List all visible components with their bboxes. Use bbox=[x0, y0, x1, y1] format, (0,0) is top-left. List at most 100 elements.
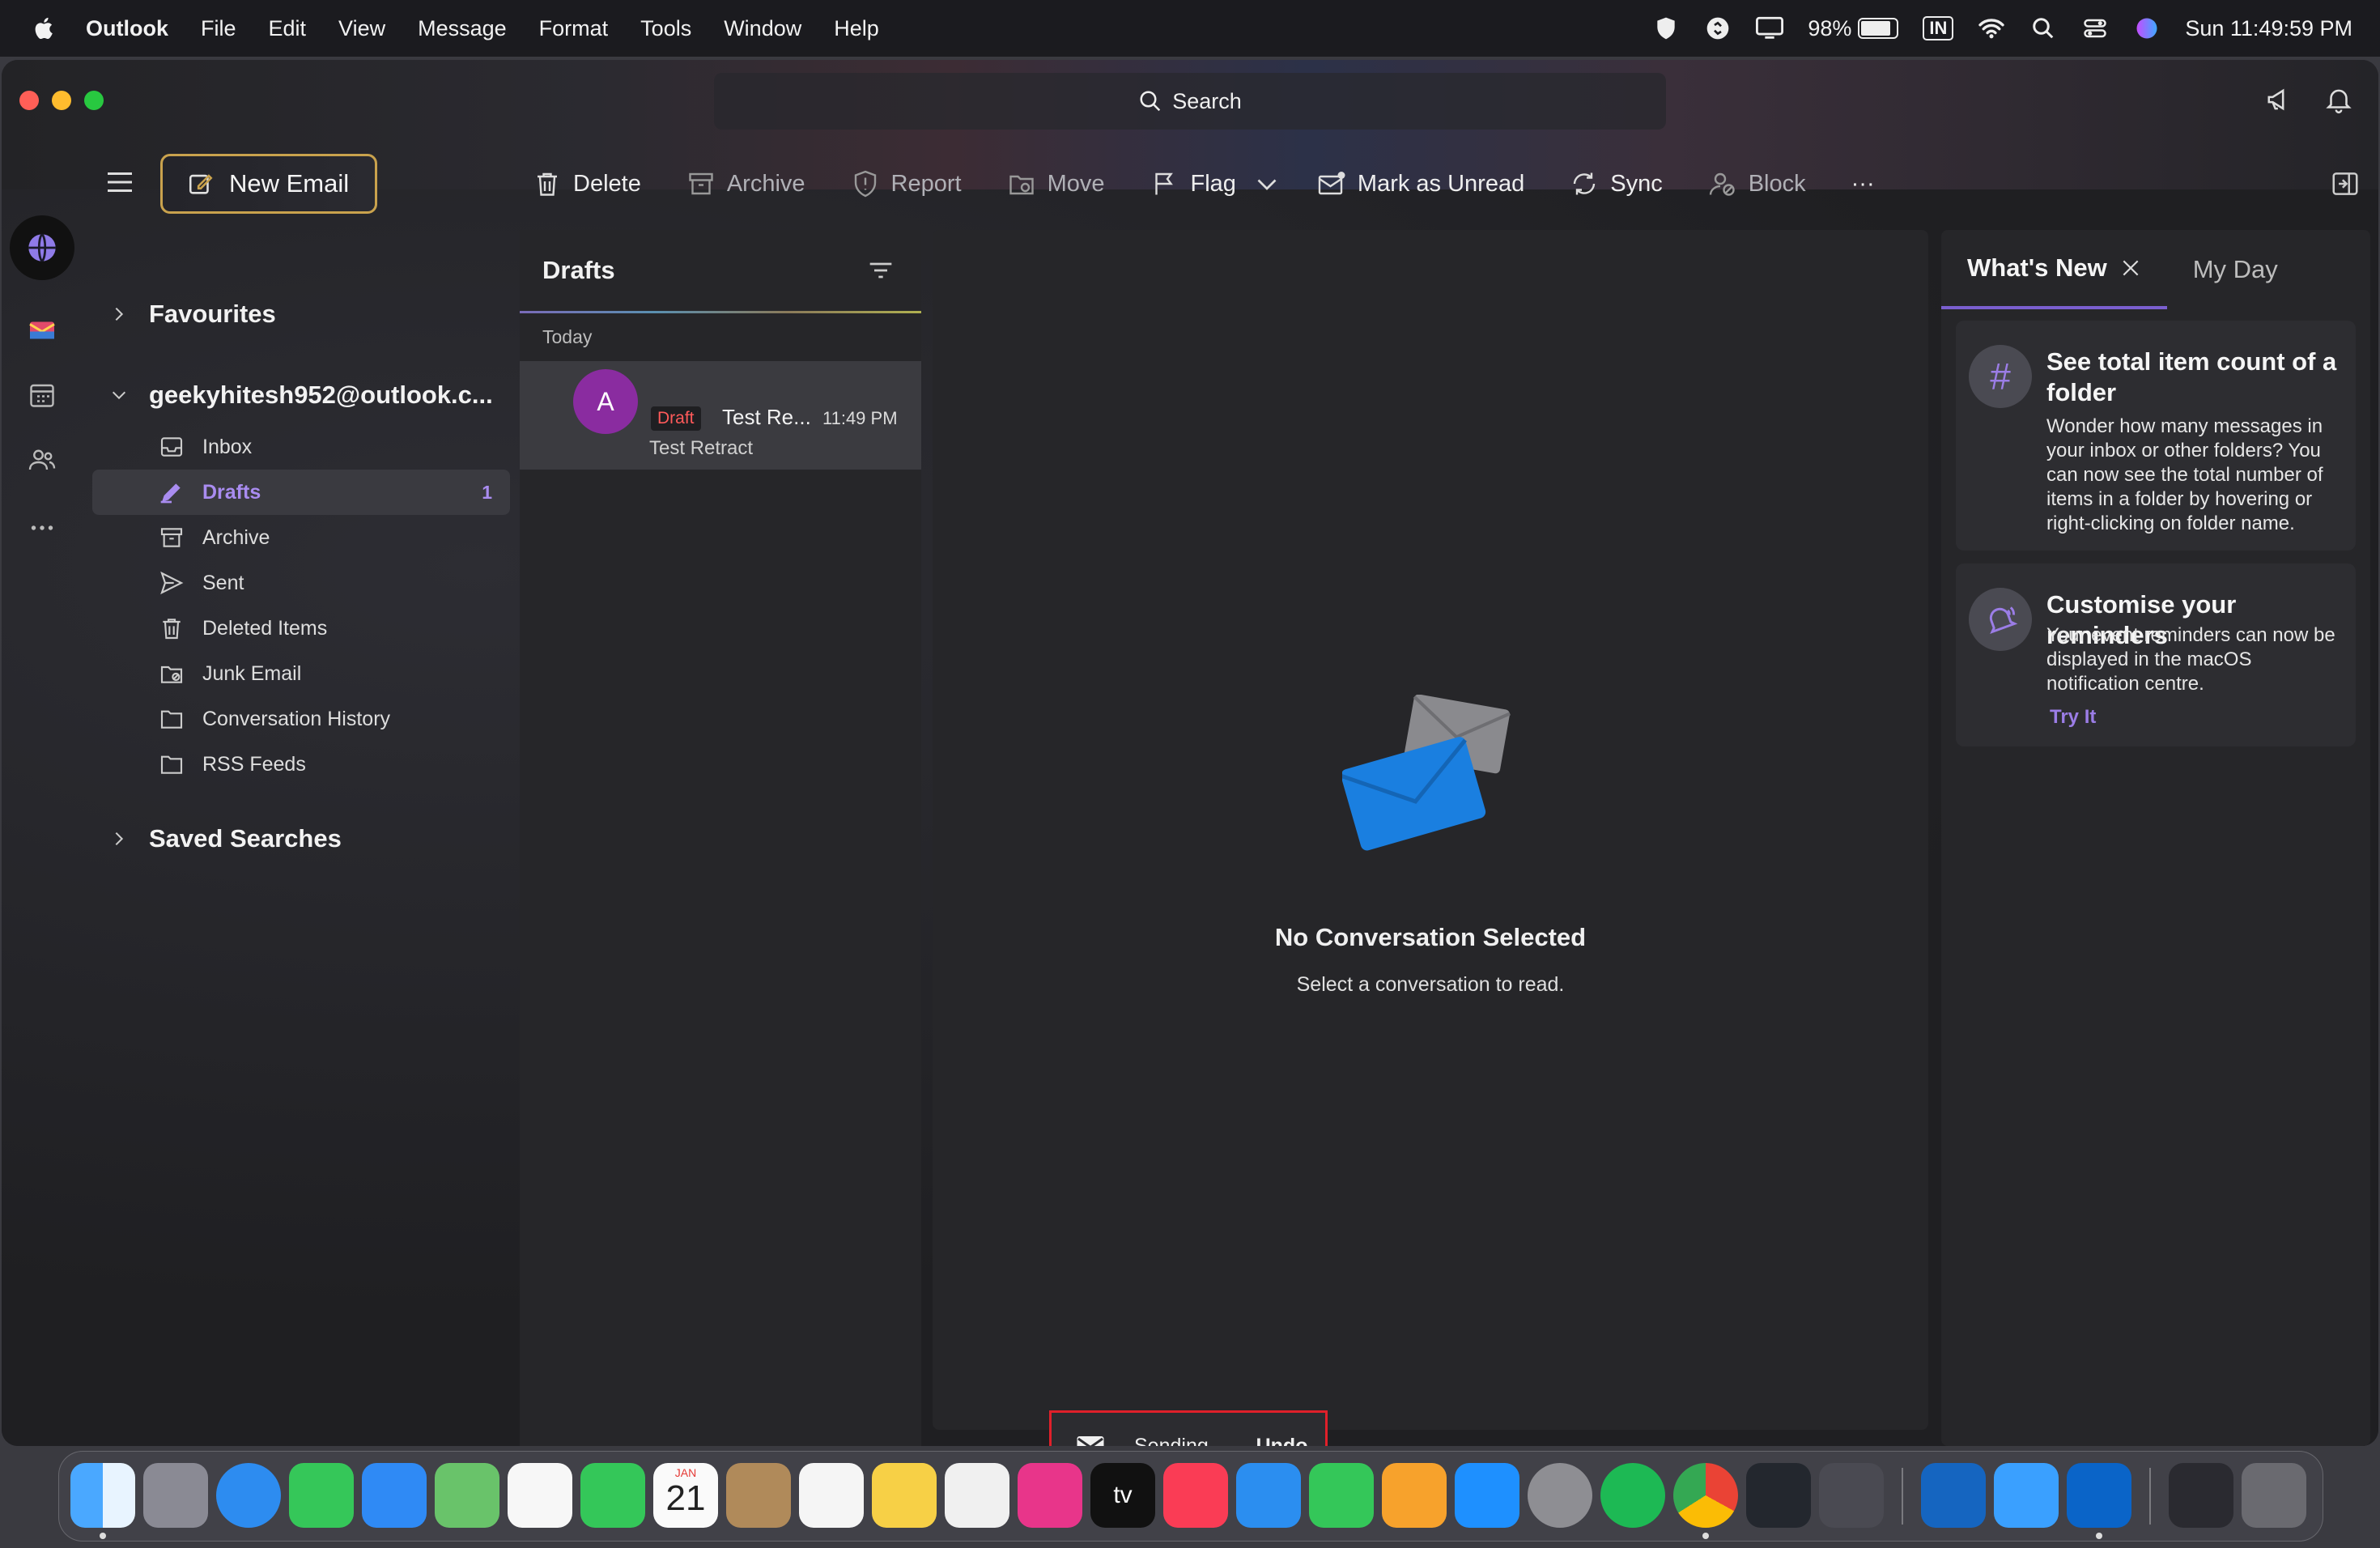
new-email-button[interactable]: New Email bbox=[160, 154, 377, 214]
mail-icon bbox=[1077, 1436, 1104, 1446]
folder-rss-feeds[interactable]: RSS Feeds bbox=[92, 742, 510, 787]
dock-system-settings-icon[interactable] bbox=[1528, 1463, 1592, 1528]
menu-tools[interactable]: Tools bbox=[640, 16, 691, 41]
dock-trash-icon[interactable] bbox=[2242, 1463, 2306, 1528]
dock-spotify-icon[interactable] bbox=[1600, 1463, 1665, 1528]
dock-recent-window-icon[interactable] bbox=[2169, 1463, 2233, 1528]
dock-appletv-icon[interactable]: tv bbox=[1090, 1463, 1155, 1528]
flag-button[interactable]: Flag bbox=[1150, 169, 1236, 198]
favourites-section[interactable]: Favourites bbox=[110, 300, 276, 329]
dock-chrome-icon[interactable] bbox=[1673, 1463, 1738, 1528]
spotlight-search-icon[interactable] bbox=[2029, 15, 2057, 42]
dock-notes-icon[interactable] bbox=[872, 1463, 937, 1528]
saved-searches-section[interactable]: Saved Searches bbox=[110, 824, 342, 853]
dock-contacts-icon[interactable] bbox=[726, 1463, 791, 1528]
message-list-item[interactable]: A Draft Test Re... 11:49 PM Test Retract bbox=[520, 361, 921, 470]
delete-button[interactable]: Delete bbox=[533, 169, 641, 198]
folder-junk-email[interactable]: Junk Email bbox=[92, 651, 510, 696]
zoom-window-button[interactable] bbox=[84, 91, 104, 110]
input-source-badge[interactable]: IN bbox=[1923, 16, 1954, 40]
close-window-button[interactable] bbox=[19, 91, 39, 110]
chevron-right-icon bbox=[115, 307, 124, 321]
block-button[interactable]: Block bbox=[1708, 169, 1806, 198]
menu-help[interactable]: Help bbox=[834, 16, 879, 41]
mark-as-unread-button[interactable]: Mark as Unread bbox=[1317, 169, 1524, 198]
dock-numbers-icon[interactable] bbox=[1309, 1463, 1374, 1528]
folder-drafts[interactable]: Drafts 1 bbox=[92, 470, 510, 515]
people-app-icon[interactable] bbox=[28, 445, 57, 474]
battery-indicator[interactable]: 98% bbox=[1808, 16, 1899, 41]
folder-sent[interactable]: Sent bbox=[92, 560, 510, 606]
minimize-window-button[interactable] bbox=[52, 91, 71, 110]
dock-weather-icon[interactable] bbox=[1994, 1463, 2059, 1528]
menu-format[interactable]: Format bbox=[539, 16, 609, 41]
megaphone-icon[interactable] bbox=[2265, 84, 2296, 115]
display-icon[interactable] bbox=[1756, 15, 1784, 42]
favourites-label: Favourites bbox=[149, 300, 276, 328]
trash-icon bbox=[538, 172, 557, 196]
folder-deleted-items[interactable]: Deleted Items bbox=[92, 606, 510, 651]
dock-finder-icon[interactable] bbox=[70, 1463, 135, 1528]
dock-photos-icon[interactable] bbox=[508, 1463, 572, 1528]
toggle-pane-icon[interactable] bbox=[2330, 168, 2361, 199]
more-apps-icon[interactable] bbox=[28, 513, 57, 542]
menu-app-name[interactable]: Outlook bbox=[86, 16, 168, 41]
dock-facetime-icon[interactable] bbox=[580, 1463, 645, 1528]
folder-archive[interactable]: Archive bbox=[92, 515, 510, 560]
tab-whats-new[interactable]: What's New bbox=[1941, 230, 2167, 309]
dock-music-icon[interactable] bbox=[1163, 1463, 1228, 1528]
block-user-icon bbox=[1709, 172, 1735, 196]
undo-button[interactable]: Undo bbox=[1256, 1435, 1308, 1447]
dock-outlook-icon[interactable] bbox=[2067, 1463, 2131, 1528]
more-actions-button[interactable]: ··· bbox=[1851, 171, 1875, 198]
menu-view[interactable]: View bbox=[338, 16, 385, 41]
dock-safari-icon[interactable] bbox=[216, 1463, 281, 1528]
apple-icon[interactable] bbox=[31, 15, 58, 42]
report-button[interactable]: Report bbox=[851, 169, 962, 198]
dock-mail-icon[interactable] bbox=[362, 1463, 427, 1528]
menu-message[interactable]: Message bbox=[418, 16, 507, 41]
search-input[interactable]: Search bbox=[714, 73, 1666, 130]
flag-dropdown[interactable] bbox=[1252, 169, 1281, 198]
bell-icon[interactable] bbox=[2323, 84, 2354, 115]
dock-messages-icon[interactable] bbox=[289, 1463, 354, 1528]
menu-edit[interactable]: Edit bbox=[269, 16, 307, 41]
dock-intellij-icon[interactable] bbox=[1018, 1463, 1082, 1528]
sync-button[interactable]: Sync bbox=[1570, 169, 1663, 198]
dock-freeform-icon[interactable] bbox=[945, 1463, 1009, 1528]
dock-reminders-icon[interactable] bbox=[799, 1463, 864, 1528]
archive-button[interactable]: Archive bbox=[686, 169, 805, 198]
control-center-icon[interactable] bbox=[2081, 15, 2109, 42]
siri-icon[interactable] bbox=[2133, 15, 2161, 42]
dock-maps-icon[interactable] bbox=[435, 1463, 499, 1528]
move-button[interactable]: Move bbox=[1007, 169, 1105, 198]
dock-calendar-icon[interactable]: JAN 21 bbox=[653, 1463, 718, 1528]
menu-file[interactable]: File bbox=[201, 16, 236, 41]
dock-keynote-icon[interactable] bbox=[1236, 1463, 1301, 1528]
dock-vscode-icon[interactable] bbox=[1746, 1463, 1811, 1528]
dock-defender-icon[interactable] bbox=[1921, 1463, 1986, 1528]
hamburger-menu-icon[interactable] bbox=[105, 170, 134, 194]
message-list-pane: Drafts Today A Draft Test Re... 11:49 PM… bbox=[520, 230, 921, 1446]
tab-my-day[interactable]: My Day bbox=[2167, 230, 2304, 309]
shazam-icon[interactable] bbox=[1704, 15, 1732, 42]
try-it-link[interactable]: Try It bbox=[2050, 706, 2096, 729]
close-icon[interactable] bbox=[2120, 257, 2141, 279]
outlook-window: Search New Email Delete Archive Report M… bbox=[2, 60, 2378, 1446]
folder-inbox[interactable]: Inbox bbox=[92, 424, 510, 470]
menubar-clock[interactable]: Sun 11:49:59 PM bbox=[2185, 16, 2352, 41]
dock-pages-icon[interactable] bbox=[1382, 1463, 1447, 1528]
dock-appstore-icon[interactable] bbox=[1455, 1463, 1519, 1528]
dock-windows-app-icon[interactable] bbox=[1819, 1463, 1884, 1528]
calendar-app-icon[interactable] bbox=[28, 381, 57, 410]
shield-status-icon[interactable] bbox=[1652, 15, 1680, 42]
mail-app-icon[interactable] bbox=[28, 316, 57, 345]
filter-icon[interactable] bbox=[868, 259, 894, 282]
folder-conversation-history[interactable]: Conversation History bbox=[92, 696, 510, 742]
chevron-down-icon bbox=[1257, 179, 1277, 190]
dock-launchpad-icon[interactable] bbox=[143, 1463, 208, 1528]
wifi-icon[interactable] bbox=[1978, 15, 2005, 42]
account-section[interactable]: geekyhitesh952@outlook.c... bbox=[110, 381, 493, 410]
account-globe-button[interactable] bbox=[10, 215, 74, 280]
menu-window[interactable]: Window bbox=[724, 16, 801, 41]
